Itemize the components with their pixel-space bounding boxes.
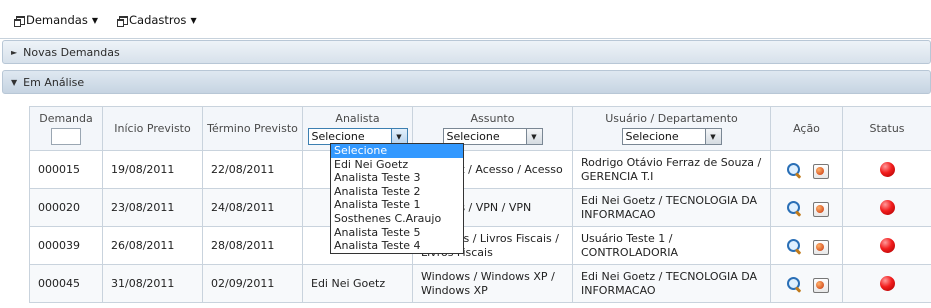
caret-down-icon: ▼ (190, 15, 197, 25)
cell-inicio: 23/08/2011 (102, 188, 203, 227)
col-header-status: Status (842, 106, 931, 151)
red-status-icon (879, 162, 895, 177)
col-termino-label: Término Previsto (207, 122, 298, 135)
col-demanda-label: Demanda (39, 112, 93, 125)
table-row[interactable]: 000045 31/08/2011 02/09/2011 Edi Nei Goe… (29, 264, 931, 303)
magnifier-icon[interactable] (786, 200, 802, 216)
dropdown-option[interactable]: Analista Teste 5 (331, 226, 463, 240)
col-inicio-label: Início Previsto (114, 122, 191, 135)
cell-status (842, 226, 931, 265)
cell-termino: 24/08/2011 (202, 188, 303, 227)
demands-grid: Demanda Início Previsto Término Previsto… (29, 106, 931, 308)
red-status-icon (879, 200, 895, 215)
col-header-demanda: Demanda (29, 106, 103, 151)
col-header-acao: Ação (770, 106, 843, 151)
red-status-icon (879, 276, 895, 291)
tools-icon[interactable] (812, 200, 829, 217)
col-usuario-label: Usuário / Departamento (605, 112, 738, 125)
cell-termino: 02/09/2011 (202, 264, 303, 303)
dropdown-option[interactable]: Edi Nei Goetz (331, 158, 463, 172)
col-header-usuario: Usuário / Departamento Selecione ▼ (572, 106, 771, 151)
cell-inicio: 19/08/2011 (102, 150, 203, 189)
cell-usuario: Rodrigo Otávio Ferraz de Souza / GERENCI… (572, 150, 771, 189)
usuario-filter-select[interactable]: Selecione ▼ (621, 128, 722, 145)
col-assunto-label: Assunto (470, 112, 515, 125)
cell-usuario: Edi Nei Goetz / TECNOLOGIA DA INFORMACAO (572, 188, 771, 227)
usuario-filter-value: Selecione (625, 130, 679, 143)
magnifier-icon[interactable] (786, 162, 802, 178)
cell-demanda: 000045 (29, 264, 103, 303)
cell-usuario: Edi Nei Goetz / TECNOLOGIA DA INFORMACAO (572, 264, 771, 303)
col-header-inicio: Início Previsto (102, 106, 203, 151)
cell-usuario: Usuário Teste 1 / CONTROLADORIA (572, 226, 771, 265)
cell-acao (770, 188, 843, 227)
dropdown-option[interactable]: Analista Teste 1 (331, 198, 463, 212)
caret-down-icon: ▼ (91, 15, 98, 25)
dropdown-option[interactable]: Analista Teste 2 (331, 185, 463, 199)
tools-icon[interactable] (812, 276, 829, 293)
menu-demandas[interactable]: Demandas ▼ (14, 12, 98, 28)
menu-cadastros[interactable]: Cadastros ▼ (117, 12, 197, 28)
cell-assunto: Windows / Windows XP / Windows XP (412, 264, 573, 303)
cell-status (842, 188, 931, 227)
analista-dropdown-list: Selecione Edi Nei Goetz Analista Teste 3… (330, 143, 464, 254)
table-row[interactable]: 000039 26/08/2011 28/08/2011 Protheus / … (29, 226, 931, 265)
top-menubar: Demandas ▼ Cadastros ▼ (0, 0, 931, 39)
dropdown-option[interactable]: Analista Teste 3 (331, 171, 463, 185)
panel-novas-demandas-label: Novas Demandas (23, 45, 120, 59)
tools-icon[interactable] (812, 162, 829, 179)
cell-status (842, 150, 931, 189)
table-row[interactable]: 000015 19/08/2011 22/08/2011 Internet / … (29, 150, 931, 189)
cell-termino: 28/08/2011 (202, 226, 303, 265)
dropdown-arrow-icon[interactable]: ▼ (390, 129, 407, 144)
menu-demandas-label: Demandas (26, 13, 88, 27)
triangle-right-icon: ► (11, 47, 18, 57)
analista-filter-value: Selecione (311, 130, 365, 143)
magnifier-icon[interactable] (786, 276, 802, 292)
dropdown-arrow-icon[interactable]: ▼ (704, 129, 721, 144)
cell-status (842, 264, 931, 303)
dropdown-option[interactable]: Selecione (331, 144, 463, 158)
panel-em-analise-label: Em Análise (23, 75, 85, 89)
cell-demanda: 000020 (29, 188, 103, 227)
assunto-filter-value: Selecione (446, 130, 500, 143)
window-icon (117, 16, 128, 27)
demanda-filter-input[interactable] (51, 128, 81, 145)
triangle-down-icon: ▼ (11, 77, 18, 87)
col-acao-label: Ação (793, 122, 820, 135)
cell-demanda: 000039 (29, 226, 103, 265)
col-analista-label: Analista (335, 112, 380, 125)
cell-termino: 22/08/2011 (202, 150, 303, 189)
dropdown-option[interactable]: Analista Teste 4 (331, 239, 463, 253)
col-status-label: Status (869, 122, 905, 135)
panel-novas-demandas[interactable]: ► Novas Demandas (2, 40, 931, 64)
window-icon (14, 16, 25, 27)
cell-inicio: 31/08/2011 (102, 264, 203, 303)
cell-analista: Edi Nei Goetz (302, 264, 413, 303)
cell-acao (770, 264, 843, 303)
cell-inicio: 26/08/2011 (102, 226, 203, 265)
menu-cadastros-label: Cadastros (129, 13, 187, 27)
cell-acao (770, 226, 843, 265)
table-row[interactable]: 000020 23/08/2011 24/08/2011 Projetos / … (29, 188, 931, 227)
cell-demanda: 000015 (29, 150, 103, 189)
dropdown-arrow-icon[interactable]: ▼ (525, 129, 542, 144)
dropdown-option[interactable]: Sosthenes C.Araujo (331, 212, 463, 226)
cell-acao (770, 150, 843, 189)
panel-em-analise[interactable]: ▼ Em Análise (2, 70, 931, 94)
tools-icon[interactable] (812, 238, 829, 255)
magnifier-icon[interactable] (786, 238, 802, 254)
red-status-icon (879, 238, 895, 253)
col-header-termino: Término Previsto (202, 106, 303, 151)
